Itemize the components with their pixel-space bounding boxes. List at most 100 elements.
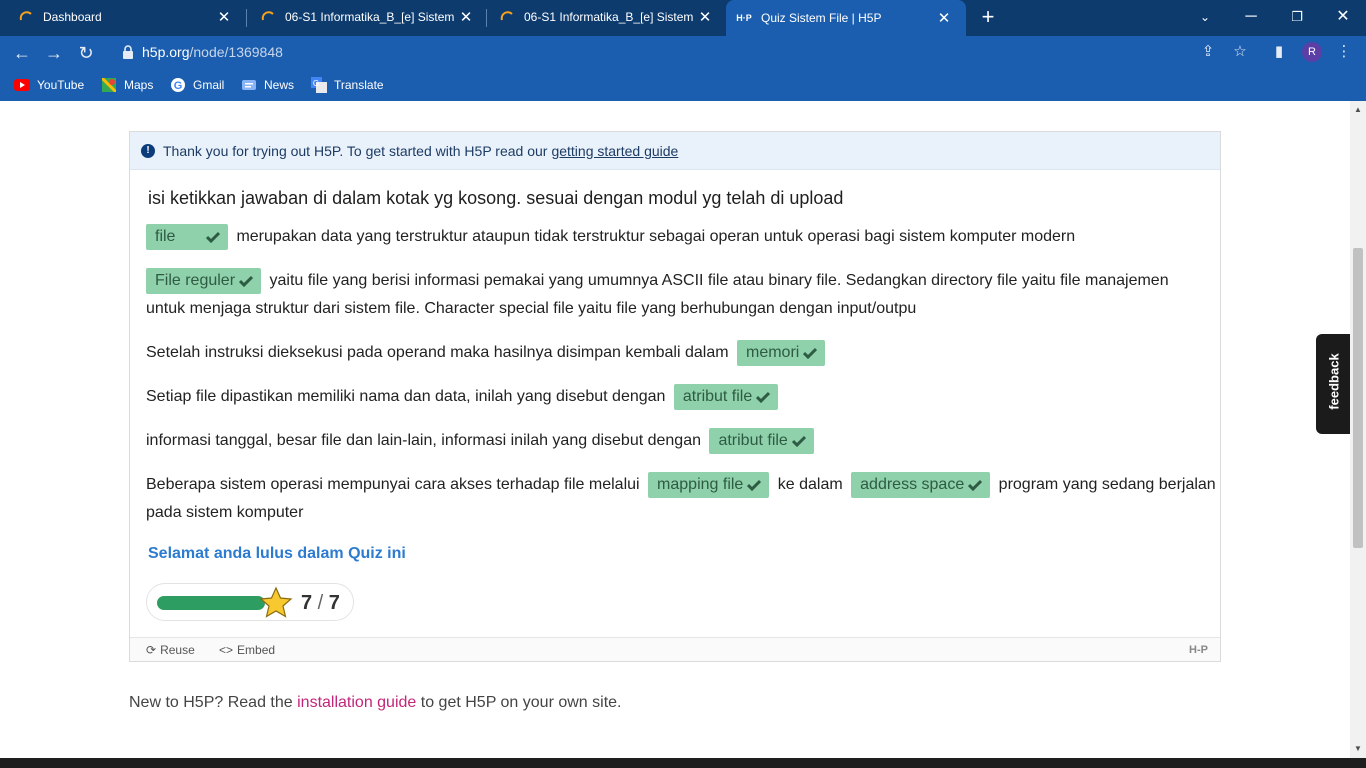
- url-path: /node/1369848: [189, 44, 283, 60]
- google-icon: G: [170, 77, 186, 93]
- moodle-icon: [18, 9, 34, 25]
- checkmark-icon: [968, 479, 983, 491]
- footer-text-before: New to H5P? Read the: [129, 694, 293, 711]
- checkmark-icon: [747, 479, 762, 491]
- h5p-content-frame: ! Thank you for trying out H5P. To get s…: [129, 131, 1221, 662]
- installation-guide-link[interactable]: installation guide: [297, 694, 416, 711]
- answer-text: mapping file: [657, 475, 744, 493]
- tab-sistem-operasi-2[interactable]: 06-S1 Informatika_B_[e] Sistem O ✕: [481, 0, 727, 34]
- scroll-up-icon[interactable]: ▲: [1353, 105, 1363, 115]
- tab-title: 06-S1 Informatika_B_[e] Sistem O: [524, 10, 695, 24]
- answer-text: memori: [746, 343, 800, 361]
- bookmark-news[interactable]: News: [241, 75, 294, 95]
- new-tab-button[interactable]: +: [976, 4, 1000, 30]
- checkmark-icon: [756, 391, 771, 403]
- tab-quiz-sistem-file[interactable]: H·P Quiz Sistem File | H5P ✕: [726, 0, 966, 36]
- answer-field-6a[interactable]: mapping file: [648, 471, 770, 498]
- moodle-icon: [260, 9, 276, 25]
- reload-icon[interactable]: ↻: [72, 39, 100, 67]
- feedback-tab[interactable]: feedback: [1316, 334, 1350, 434]
- answer-field-3[interactable]: memori: [737, 339, 826, 366]
- star-icon: [259, 586, 293, 618]
- answer-field-1[interactable]: file: [146, 223, 228, 250]
- tab-sistem-operasi-1[interactable]: 06-S1 Informatika_B_[e] Sistem O ✕: [242, 0, 488, 34]
- success-message: Selamat anda lulus dalam Quiz ini: [148, 545, 406, 562]
- bookmark-label: News: [264, 78, 295, 92]
- url-host: h5p.org: [142, 44, 190, 60]
- bookmark-label: Gmail: [193, 78, 225, 92]
- tab-title: 06-S1 Informatika_B_[e] Sistem O: [285, 10, 456, 24]
- restore-icon[interactable]: ❐: [1282, 4, 1312, 30]
- question-1: file merupakan data yang terstruktur ata…: [146, 223, 1075, 251]
- installation-guide-text: New to H5P? Read the installation guide …: [129, 694, 621, 712]
- checkmark-icon: [803, 347, 818, 359]
- question-text: program yang sedang berjalan: [998, 476, 1216, 493]
- answer-text: File reguler: [155, 271, 236, 289]
- scrollbar-thumb[interactable]: [1353, 248, 1363, 548]
- translate-icon: G: [311, 77, 327, 93]
- embed-button[interactable]: <> Embed: [219, 643, 275, 657]
- answer-field-2[interactable]: File reguler: [146, 267, 262, 294]
- answer-text: file: [155, 227, 176, 245]
- forward-arrow-icon[interactable]: →: [40, 39, 68, 67]
- checkmark-icon: [239, 275, 254, 287]
- score-value: 7: [301, 592, 313, 614]
- lock-icon: [123, 45, 133, 59]
- bookmarks-bar: YouTube Maps G Gmail News G Translate: [0, 69, 1366, 101]
- tab-dashboard[interactable]: Dashboard ✕: [0, 0, 246, 34]
- scroll-down-icon[interactable]: ▼: [1353, 744, 1363, 754]
- footer-text-after: to get H5P on your own site.: [420, 694, 622, 711]
- question-text: merupakan data yang terstruktur ataupun …: [236, 228, 1076, 245]
- checkmark-icon: [206, 231, 220, 243]
- question-2: File reguler yaitu file yang berisi info…: [146, 267, 1169, 295]
- quiz-instruction: isi ketikkan jawaban di dalam kotak yg k…: [148, 188, 844, 208]
- maps-icon: [101, 77, 117, 93]
- minimize-icon[interactable]: ─: [1236, 4, 1266, 30]
- question-3: Setelah instruksi dieksekusi pada operan…: [146, 339, 829, 367]
- question-text: yaitu file yang berisi informasi pemakai…: [269, 272, 1169, 289]
- browser-tab-strip: Dashboard ✕ 06-S1 Informatika_B_[e] Sist…: [0, 0, 1366, 36]
- close-tab-icon[interactable]: ✕: [695, 8, 715, 26]
- bookmark-gmail[interactable]: G Gmail: [170, 75, 224, 95]
- menu-kebab-icon[interactable]: ⋮: [1334, 42, 1354, 62]
- page-viewport: ! Thank you for trying out H5P. To get s…: [0, 101, 1350, 758]
- tab-search-chevron-icon[interactable]: ⌄: [1190, 4, 1220, 30]
- score-bar: 7 / 7: [146, 583, 354, 621]
- reuse-button[interactable]: ⟳ Reuse: [146, 643, 195, 657]
- h5p-footer: ⟳ Reuse <> Embed H-P: [130, 637, 1220, 661]
- getting-started-link[interactable]: getting started guide: [551, 143, 678, 159]
- share-icon[interactable]: ⇪: [1198, 42, 1218, 62]
- reuse-icon: ⟳: [146, 643, 157, 657]
- close-tab-icon[interactable]: ✕: [934, 9, 954, 27]
- svg-text:G: G: [313, 79, 319, 88]
- url-text: h5p.org/node/1369848: [142, 44, 283, 60]
- answer-text: atribut file: [718, 431, 788, 449]
- h5p-logo[interactable]: H-P: [1189, 644, 1208, 656]
- bookmark-translate[interactable]: G Translate: [311, 75, 384, 95]
- address-bar[interactable]: h5p.org/node/1369848: [110, 37, 1258, 67]
- side-panel-icon[interactable]: ▮: [1269, 42, 1289, 62]
- close-tab-icon[interactable]: ✕: [214, 8, 234, 26]
- bookmark-label: Translate: [334, 78, 384, 92]
- youtube-icon: [14, 77, 30, 93]
- browser-toolbar: ← → ↻ h5p.org/node/1369848 ⇪ ☆ ▮ R ⋮: [0, 36, 1366, 69]
- bookmark-maps[interactable]: Maps: [101, 75, 153, 95]
- back-arrow-icon[interactable]: ←: [8, 39, 36, 67]
- close-window-icon[interactable]: ✕: [1328, 4, 1358, 30]
- question-2-continued: untuk menjaga struktur dari sistem file.…: [146, 300, 917, 317]
- question-5: informasi tanggal, besar file dan lain-l…: [146, 427, 818, 455]
- tab-title: Dashboard: [43, 10, 102, 24]
- reuse-label: Reuse: [160, 643, 195, 657]
- answer-field-4[interactable]: atribut file: [673, 383, 779, 410]
- page-scrollbar[interactable]: ▲ ▼: [1350, 101, 1366, 758]
- bookmark-star-icon[interactable]: ☆: [1230, 42, 1250, 62]
- news-icon: [241, 77, 257, 93]
- profile-avatar[interactable]: R: [1302, 42, 1322, 62]
- close-tab-icon[interactable]: ✕: [456, 8, 476, 26]
- answer-field-6b[interactable]: address space: [851, 471, 991, 498]
- svg-text:G: G: [174, 80, 183, 92]
- bookmark-label: Maps: [124, 78, 154, 92]
- bookmark-youtube[interactable]: YouTube: [14, 75, 84, 95]
- answer-field-5[interactable]: atribut file: [709, 427, 814, 454]
- h5p-icon: H·P: [736, 13, 752, 23]
